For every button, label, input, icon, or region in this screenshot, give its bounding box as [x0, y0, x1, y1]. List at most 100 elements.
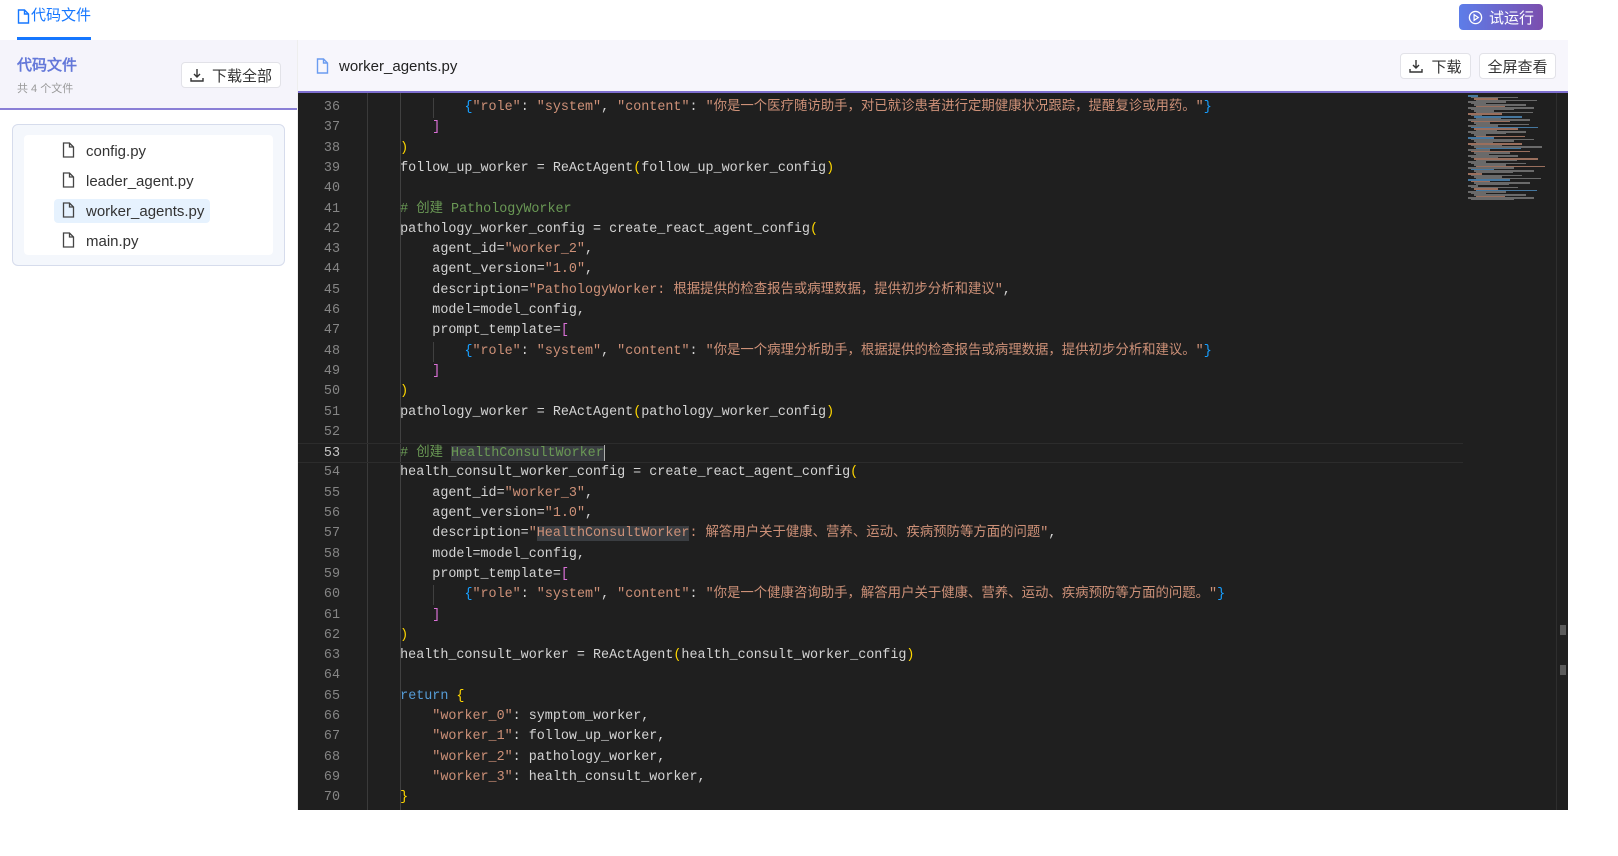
line-number: 65	[323, 688, 340, 704]
scrollbar[interactable]	[1556, 93, 1568, 810]
tab-code-files[interactable]: 代码文件	[17, 0, 91, 40]
file-item[interactable]: leader_agent.py	[24, 166, 273, 196]
code-text: }	[368, 788, 408, 808]
text-cursor	[603, 444, 605, 461]
scroll-marker	[1560, 665, 1566, 675]
sidebar-header: 代码文件 共 4 个文件 下载全部	[0, 40, 297, 110]
code-line: 59 prompt_template=[	[298, 565, 1463, 585]
code-token: ,	[584, 485, 594, 501]
code-line: 66 "worker_0": symptom_worker,	[298, 707, 1463, 727]
line-number: 45	[323, 282, 340, 298]
code-token: )	[826, 160, 835, 176]
code-token: health_consult_worker_config = create_re…	[368, 465, 851, 481]
code-text: ]	[368, 118, 440, 138]
code-token: {	[456, 688, 465, 704]
file-item[interactable]: config.py	[24, 136, 273, 166]
run-button[interactable]: 试运行	[1459, 4, 1543, 30]
code-token: ,	[1002, 282, 1011, 298]
code-line: 64	[298, 666, 1463, 686]
line-number: 60	[323, 587, 340, 603]
line-number: 49	[323, 363, 340, 379]
line-number: 39	[323, 160, 340, 176]
code-token: ,	[1048, 526, 1057, 542]
download-all-button[interactable]: 下载全部	[181, 62, 281, 88]
line-number: 63	[323, 648, 340, 664]
code-text: prompt_template=[	[368, 321, 569, 341]
code-line: 51 pathology_worker = ReActAgent(patholo…	[298, 403, 1463, 423]
code-token: ,	[584, 262, 594, 278]
code-text: agent_version="1.0",	[368, 504, 593, 524]
code-text: )	[368, 139, 408, 159]
code-line: 68 "worker_2": pathology_worker,	[298, 748, 1463, 768]
code-line: 65 return {	[298, 687, 1463, 707]
code-text: {"role": "system", "content": "你是一个健康咨询助…	[368, 585, 1225, 605]
line-number: 70	[323, 790, 340, 806]
code-token: }	[400, 790, 409, 806]
code-token: ]	[432, 363, 441, 379]
file-item[interactable]: main.py	[24, 226, 273, 256]
editor-header: worker_agents.py 下载 全屏查看	[298, 40, 1568, 93]
code-text: description="HealthConsultWorker: 解答用户关于…	[368, 524, 1056, 544]
line-number: 41	[323, 201, 340, 217]
code-token: pathology_worker_config = create_react_a…	[368, 221, 810, 237]
file-name: config.py	[86, 142, 147, 160]
line-number: 66	[323, 709, 340, 724]
code-token: model=model_config,	[368, 546, 585, 562]
code-token: }	[1203, 343, 1212, 359]
code-token: : pathology_worker,	[512, 749, 666, 765]
file-icon	[316, 58, 329, 74]
code-text: follow_up_worker = ReActAgent(follow_up_…	[368, 159, 834, 179]
download-button[interactable]: 下载	[1400, 53, 1471, 79]
line-number: 53	[323, 446, 340, 462]
code-token: health_consult_worker = ReActAgent	[368, 648, 674, 664]
tab-label: 代码文件	[31, 7, 92, 24]
code-token: :	[520, 343, 537, 359]
code-token: pathology_worker = ReActAgent	[368, 404, 634, 420]
code-line: 69 "worker_3": health_consult_worker,	[298, 768, 1463, 788]
code-text: model=model_config,	[368, 545, 585, 565]
code-token: HealthConsultWorker	[451, 446, 604, 462]
code-text: # 创建 PathologyWorker	[368, 200, 572, 220]
file-item[interactable]: worker_agents.py	[24, 196, 273, 226]
code-line: 50 )	[298, 382, 1463, 402]
line-number: 55	[323, 485, 340, 501]
line-number: 38	[323, 140, 340, 156]
code-editor[interactable]: 36 {"role": "system", "content": "你是一个医疗…	[298, 93, 1568, 810]
code-token: : health_consult_worker,	[512, 769, 706, 785]
code-token: "你是一个健康咨询助手，解答用户关于健康、营养、运动、疾病预防等方面的问题。"	[705, 587, 1218, 603]
code-token: : follow_up_worker,	[512, 729, 666, 745]
file-tree: config.py leader_agent.py worker_agents.py…	[12, 124, 285, 266]
file-icon	[62, 202, 75, 222]
fullscreen-button[interactable]: 全屏查看	[1479, 53, 1556, 79]
code-line: 62 )	[298, 626, 1463, 646]
code-line: 54 health_consult_worker_config = create…	[298, 463, 1463, 483]
line-number: 61	[323, 607, 340, 623]
code-token: # 创建 PathologyWorker	[400, 201, 572, 217]
code-token: "system"	[536, 343, 602, 359]
code-token: : 解答用户关于健康、营养、运动、疾病预防等方面的问题"	[689, 526, 1049, 542]
code-text: model=model_config,	[368, 301, 585, 321]
code-text: )	[368, 626, 408, 646]
code-token: agent_id=	[368, 485, 505, 501]
code-token: prompt_template=	[368, 566, 561, 582]
code-token: )	[906, 648, 915, 664]
code-token: agent_version=	[368, 506, 545, 521]
code-text: ]	[368, 362, 440, 382]
code-line: 67 "worker_1": follow_up_worker,	[298, 727, 1463, 747]
code-text: )	[368, 382, 408, 402]
minimap[interactable]	[1468, 95, 1556, 205]
code-token: "worker_1"	[432, 729, 513, 745]
line-number: 54	[323, 465, 340, 481]
code-line: 56 agent_version="1.0",	[298, 504, 1463, 524]
scroll-marker	[1560, 625, 1566, 635]
code-text: return {	[368, 687, 464, 707]
code-text: {"role": "system", "content": "你是一个病理分析助…	[368, 342, 1212, 362]
